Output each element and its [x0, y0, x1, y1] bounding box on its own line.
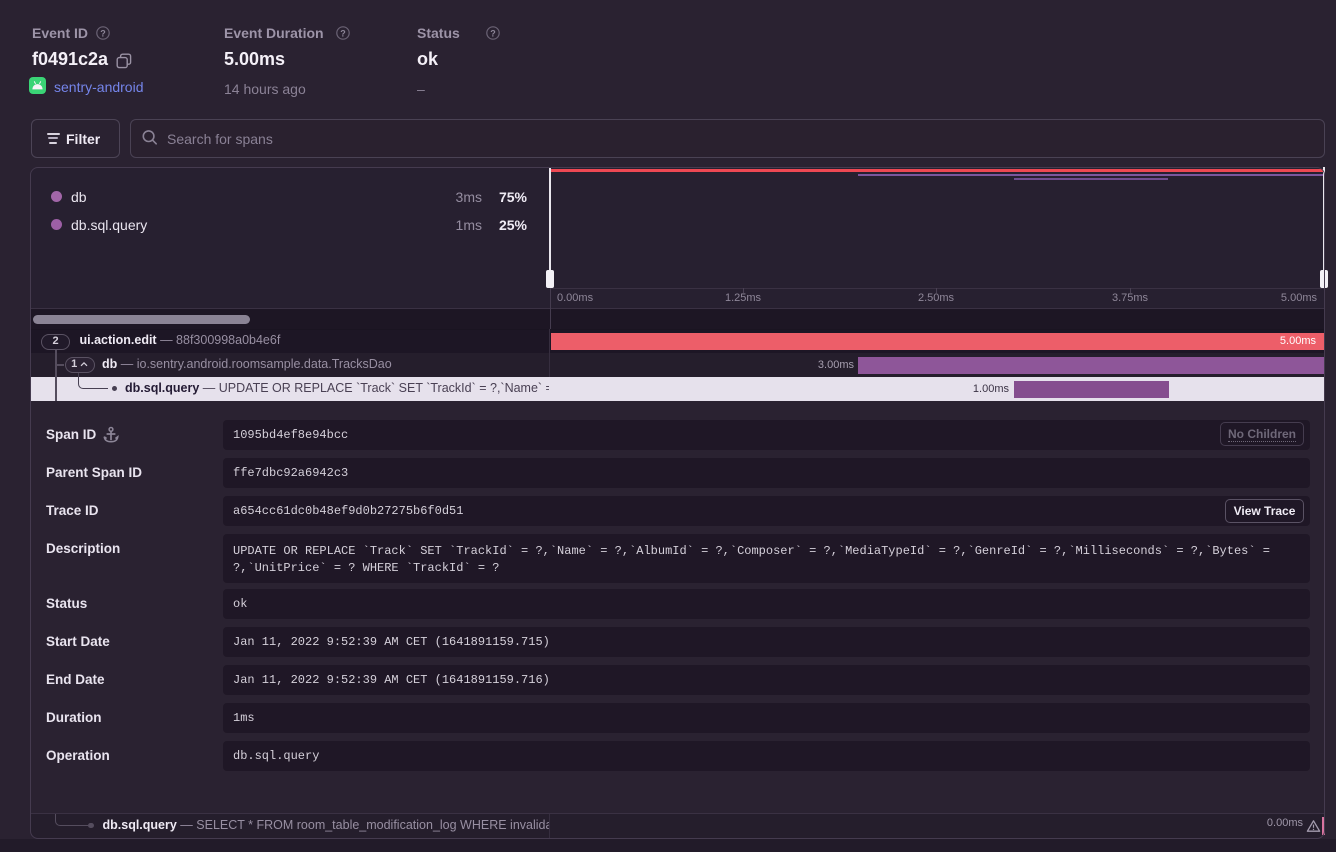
svg-text:?: ?: [100, 28, 106, 38]
svg-text:?: ?: [340, 28, 346, 38]
svg-text:?: ?: [490, 28, 496, 38]
